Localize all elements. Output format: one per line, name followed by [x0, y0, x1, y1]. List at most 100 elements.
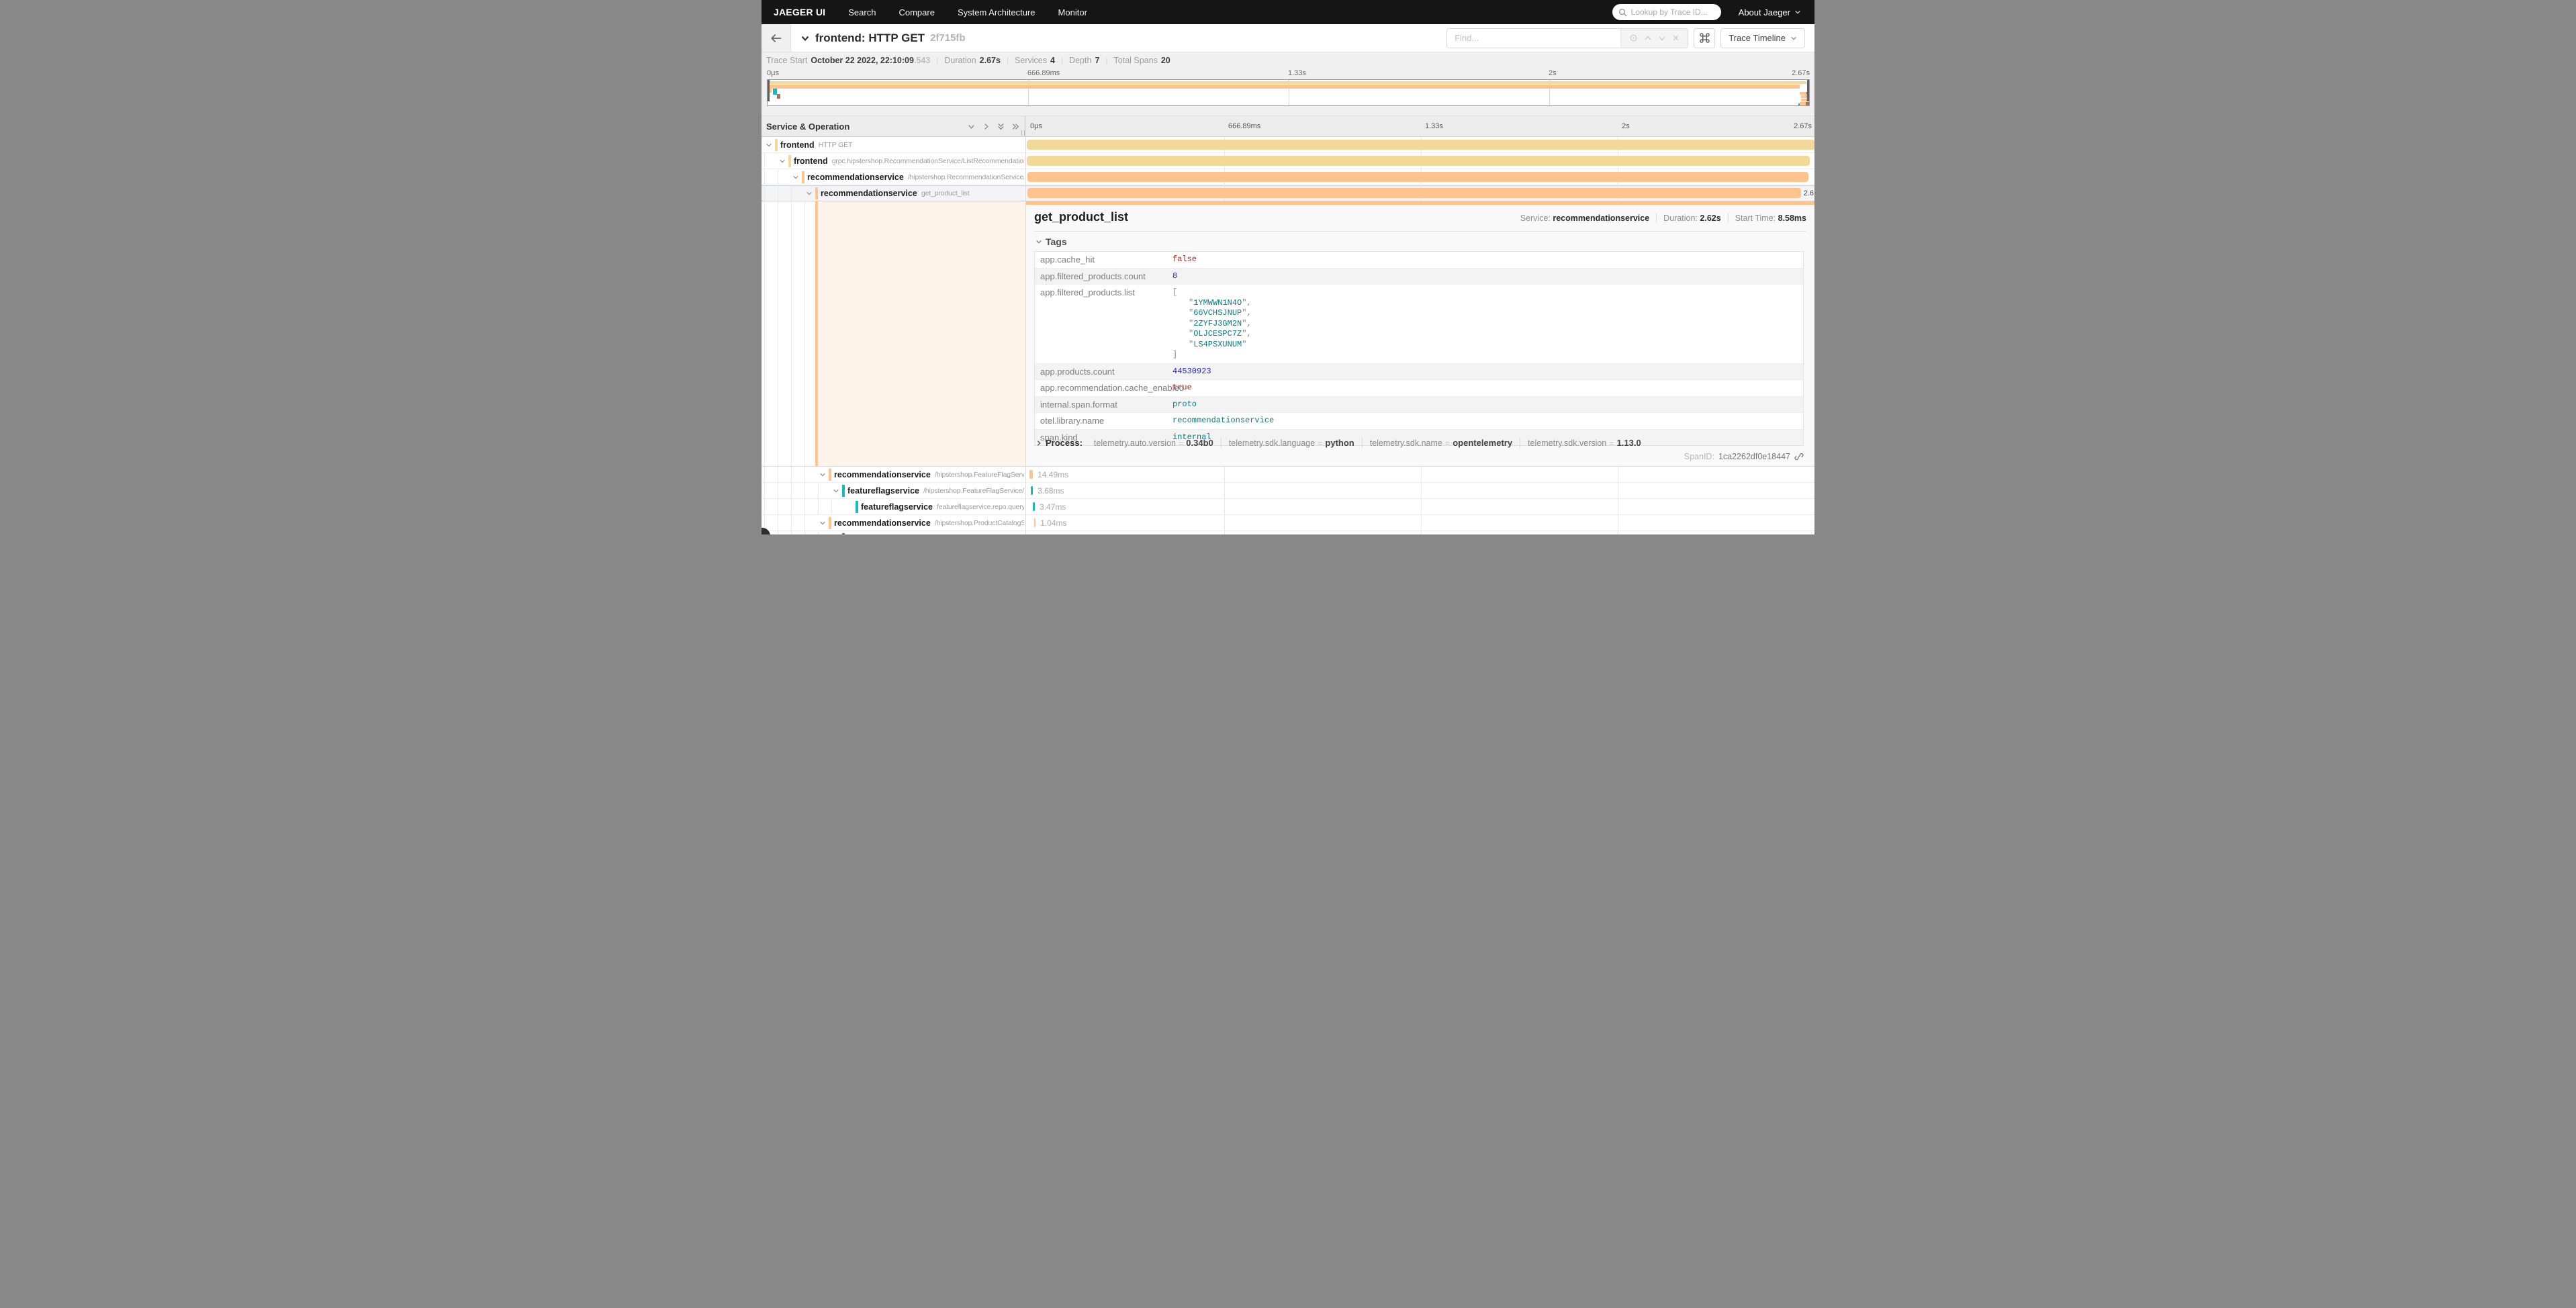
trace-id-search-input[interactable] — [1631, 7, 1715, 17]
operation-name: featureflagservice.repo.query:fe... — [937, 503, 1024, 511]
process-tag: telemetry.sdk.version=1.13.0 — [1520, 438, 1641, 448]
span-row[interactable]: featureflagservicefeatureflagservice.rep… — [762, 499, 1814, 515]
clear-find-icon[interactable] — [1672, 34, 1680, 42]
span-timeline-cell — [1026, 137, 1814, 152]
minimap-left-handle[interactable] — [768, 80, 770, 101]
service-label: Service: — [1520, 214, 1551, 223]
indent-guide — [804, 483, 805, 498]
nav-item-search[interactable]: Search — [848, 7, 876, 17]
chevron-down-icon[interactable] — [806, 190, 813, 197]
tag-list-item: "2ZYFJ3GM2N", — [1172, 319, 1252, 330]
find-input[interactable] — [1447, 29, 1620, 48]
separator: | — [936, 56, 938, 65]
tag-key: internal.span.format — [1035, 397, 1172, 413]
span-detail-header: get_product_list Service: recommendation… — [1034, 210, 1806, 224]
span-row[interactable] — [762, 531, 1814, 534]
indent-guide — [804, 515, 805, 530]
chevron-down-icon[interactable] — [819, 520, 826, 526]
indent-guide — [791, 467, 792, 482]
span-bar[interactable] — [1033, 502, 1035, 511]
app-logo[interactable]: JAEGER UI — [774, 7, 825, 17]
chevron-right-icon[interactable] — [982, 122, 991, 131]
chevron-down-icon[interactable] — [779, 158, 786, 165]
double-chevron-down-icon[interactable] — [997, 122, 1005, 131]
tags-toggle[interactable]: Tags — [1036, 236, 1067, 247]
span-bar[interactable] — [1027, 156, 1810, 166]
tag-key: app.products.count — [1035, 364, 1172, 380]
summary-value: 7 — [1095, 56, 1099, 65]
service-color-bar — [842, 533, 845, 534]
span-row[interactable]: frontendHTTP GET — [762, 137, 1814, 153]
indent-guide — [791, 185, 792, 201]
service-operation-header: Service & Operation — [766, 122, 849, 132]
process-tags: telemetry.auto.version=0.34b0telemetry.s… — [1083, 438, 1641, 448]
span-row[interactable]: featureflagservice/hipstershop.FeatureFl… — [762, 483, 1814, 499]
chevron-down-icon[interactable] — [967, 122, 976, 131]
span-name-column: recommendationservice/hipstershop.Featur… — [834, 467, 1024, 483]
operation-name: /hipstershop.FeatureFlagService/Ge... — [923, 487, 1024, 495]
link-icon[interactable] — [1794, 452, 1804, 461]
chevron-down-icon[interactable] — [792, 174, 799, 181]
span-bar[interactable] — [1031, 486, 1033, 495]
span-timeline-cell: 3.68ms — [1026, 483, 1814, 498]
collapse-trace-chevron-icon[interactable] — [800, 34, 810, 43]
trace-id-short: 2f715fb — [930, 32, 966, 44]
double-chevron-right-icon[interactable] — [1011, 122, 1020, 131]
span-timeline-cell: 2.62s — [1026, 185, 1814, 201]
indent-guide — [764, 153, 765, 169]
span-row[interactable]: recommendationservice/hipstershop.Produc… — [762, 515, 1814, 531]
span-bar[interactable] — [1027, 172, 1808, 182]
tag-value: 44530923 — [1172, 364, 1211, 380]
span-name-column: recommendationservice/hipstershop.Produc… — [834, 515, 1024, 531]
span-id-value: 1ca2262df0e18447 — [1718, 452, 1790, 461]
minimap[interactable] — [767, 79, 1810, 106]
next-match-icon[interactable] — [1658, 34, 1666, 42]
keyboard-shortcuts-button[interactable] — [1694, 28, 1715, 48]
chevron-down-icon — [1794, 9, 1801, 15]
tag-key: app.filtered_products.list — [1035, 285, 1172, 363]
nav-item-system-architecture[interactable]: System Architecture — [958, 7, 1036, 17]
span-rows: get_product_list Service: recommendation… — [762, 137, 1814, 534]
span-bar[interactable] — [1027, 188, 1801, 198]
indent-guide — [764, 499, 765, 514]
span-row-selected[interactable]: recommendationserviceget_product_list2.6… — [762, 185, 1814, 201]
prev-match-icon[interactable] — [1644, 34, 1652, 42]
nav-item-monitor[interactable]: Monitor — [1058, 7, 1087, 17]
command-icon — [1699, 32, 1710, 44]
summary-label: Depth — [1069, 56, 1091, 65]
minimap-right-handle[interactable] — [1807, 80, 1809, 101]
chevron-down-icon[interactable] — [819, 471, 826, 478]
minimap-span-bar — [1800, 102, 1809, 105]
span-row[interactable]: frontendgrpc.hipstershop.RecommendationS… — [762, 153, 1814, 169]
tag-value: 8 — [1172, 269, 1177, 285]
indent-guide — [764, 467, 765, 482]
summary-item: Services4 — [1015, 56, 1055, 65]
indent-guide — [804, 467, 805, 482]
about-jaeger-menu[interactable]: About Jaeger — [1739, 7, 1801, 17]
process-toggle[interactable]: Process: — [1036, 438, 1083, 448]
minimap-tick: 1.33s — [1288, 69, 1306, 77]
tag-key: otel.library.name — [1035, 413, 1172, 429]
locate-icon[interactable] — [1629, 34, 1638, 42]
summary-label: Total Spans — [1114, 56, 1158, 65]
trace-id-search[interactable] — [1612, 4, 1721, 20]
process-tag: telemetry.sdk.name=opentelemetry — [1362, 438, 1512, 448]
span-bar[interactable] — [1027, 140, 1814, 150]
indent-guide — [804, 201, 805, 466]
span-bar[interactable] — [1029, 470, 1033, 479]
indent-guide — [764, 483, 765, 498]
nav-item-compare[interactable]: Compare — [899, 7, 934, 17]
back-button[interactable] — [762, 24, 791, 52]
chevron-down-icon[interactable] — [766, 142, 772, 148]
chevron-down-icon[interactable] — [833, 487, 839, 494]
service-color-bar — [802, 171, 804, 183]
span-duration-label: 1.04ms — [1040, 518, 1066, 528]
timeline-tick: 1.33s — [1425, 122, 1443, 130]
span-bar[interactable] — [1034, 518, 1036, 527]
span-row[interactable]: recommendationservice/hipstershop.Recomm… — [762, 169, 1814, 185]
span-row[interactable]: recommendationservice/hipstershop.Featur… — [762, 467, 1814, 483]
divider — [1034, 231, 1806, 232]
span-name-column: featureflagservicefeatureflagservice.rep… — [861, 499, 1024, 515]
trace-view-selector[interactable]: Trace Timeline — [1720, 28, 1805, 48]
find-controls — [1620, 29, 1688, 48]
